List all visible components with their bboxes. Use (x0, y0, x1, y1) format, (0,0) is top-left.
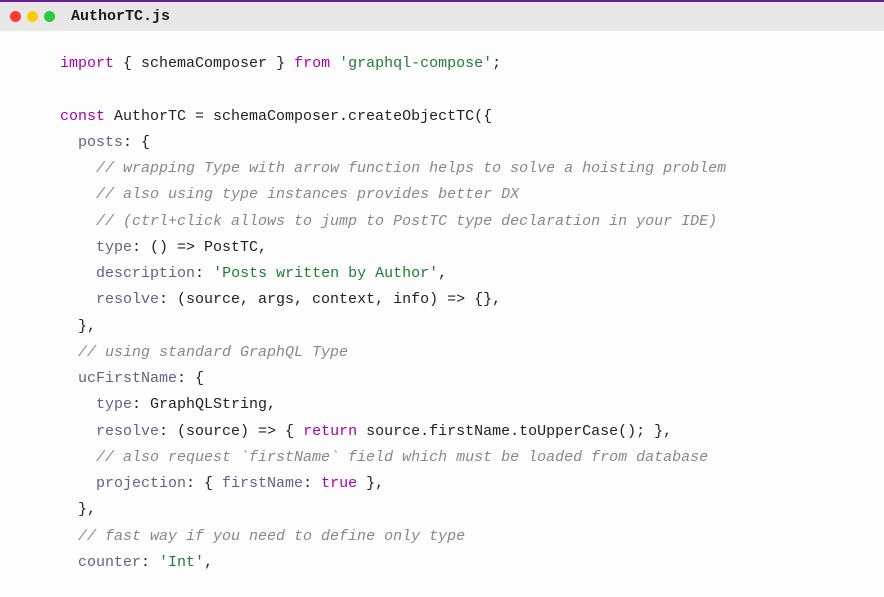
object-key: description (96, 265, 195, 282)
object-key: type (96, 239, 132, 256)
object-key: resolve (96, 423, 159, 440)
keyword-return: return (303, 423, 357, 440)
object-key: counter (78, 554, 141, 571)
object-key: ucFirstName (78, 370, 177, 387)
code-text: : (source, args, context, info) => {}, (159, 291, 501, 308)
indent (60, 449, 96, 466)
code-text: } (267, 55, 294, 72)
string-literal: 'Int' (159, 554, 204, 571)
code-text: : (195, 265, 213, 282)
code-text: AuthorTC = schemaComposer.createObjectTC… (105, 108, 492, 125)
indent (60, 239, 96, 256)
editor-window: AuthorTC.js import { schemaComposer } fr… (0, 0, 884, 596)
code-text (330, 55, 339, 72)
comment: // (ctrl+click allows to jump to PostTC … (96, 213, 717, 230)
indent (60, 186, 96, 203)
code-text: { (114, 55, 141, 72)
code-text: , (204, 554, 213, 571)
object-key: projection (96, 475, 186, 492)
object-key: firstName (222, 475, 303, 492)
indent (60, 370, 78, 387)
code-text: }, (357, 475, 384, 492)
comment: // wrapping Type with arrow function hel… (96, 160, 726, 177)
keyword-const: const (60, 108, 105, 125)
identifier: schemaComposer (141, 55, 267, 72)
code-text: }, (78, 501, 96, 518)
code-text: , (438, 265, 447, 282)
indent (60, 423, 96, 440)
code-text: : (141, 554, 159, 571)
indent (60, 134, 78, 151)
indent (60, 501, 78, 518)
close-icon[interactable] (10, 11, 21, 22)
comment: // also request `firstName` field which … (96, 449, 708, 466)
indent (60, 528, 78, 545)
code-editor[interactable]: import { schemaComposer } from 'graphql-… (0, 31, 884, 596)
object-key: posts (78, 134, 123, 151)
indent (60, 344, 78, 361)
object-key: resolve (96, 291, 159, 308)
code-text: : (source) => { (159, 423, 303, 440)
code-text: }, (78, 318, 96, 335)
object-key: type (96, 396, 132, 413)
indent (60, 265, 96, 282)
indent (60, 554, 78, 571)
indent (60, 396, 96, 413)
keyword-from: from (294, 55, 330, 72)
code-text: : { (177, 370, 204, 387)
code-text: : { (186, 475, 222, 492)
indent (60, 160, 96, 177)
code-text: : (303, 475, 321, 492)
indent (60, 475, 96, 492)
comment: // using standard GraphQL Type (78, 344, 348, 361)
code-text: : { (123, 134, 150, 151)
comment: // fast way if you need to define only t… (78, 528, 465, 545)
string-literal: 'Posts written by Author' (213, 265, 438, 282)
indent (60, 213, 96, 230)
code-text: : GraphQLString, (132, 396, 276, 413)
code-text: : () => PostTC, (132, 239, 267, 256)
indent (60, 291, 96, 308)
window-title: AuthorTC.js (71, 8, 170, 25)
comment: // also using type instances provides be… (96, 186, 519, 203)
indent (60, 318, 78, 335)
minimize-icon[interactable] (27, 11, 38, 22)
title-bar: AuthorTC.js (0, 2, 884, 31)
string-literal: 'graphql-compose' (339, 55, 492, 72)
code-text: source.firstName.toUpperCase(); }, (357, 423, 672, 440)
keyword-import: import (60, 55, 114, 72)
traffic-lights (10, 11, 55, 22)
keyword-true: true (321, 475, 357, 492)
maximize-icon[interactable] (44, 11, 55, 22)
code-text: ; (492, 55, 501, 72)
